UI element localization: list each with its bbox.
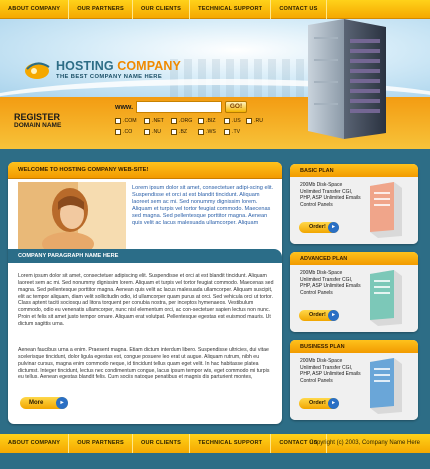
nav-our-clients[interactable]: OUR CLIENTS [133,0,191,19]
tld-checkbox[interactable] [115,129,121,135]
tld-tv[interactable]: .TV [224,129,240,135]
arrow-right-icon: ▸ [328,398,339,409]
footer-nav-our-partners[interactable]: OUR PARTNERS [69,434,133,453]
tld-label: .BIZ [206,118,216,124]
order-label: Order! [309,312,326,318]
tld-checkbox[interactable] [171,129,177,135]
tld-label: .CO [123,129,133,135]
server-pc-icon [370,182,402,238]
plan-features: 200Mb Disk-Space Unlimited Transfer CGI,… [300,182,361,208]
tld-checkbox[interactable] [224,118,230,124]
woman-photo [18,182,126,250]
domain-search-input[interactable] [136,101,222,113]
plan-color-panel [370,182,394,232]
order-button[interactable]: Order! ▸ [299,222,339,233]
order-label: Order! [309,400,326,406]
domain-name-subtitle: DOMAIN NAME [14,122,62,129]
order-label: Order! [309,224,326,230]
top-navigation: ABOUT COMPANY OUR PARTNERS OUR CLIENTS T… [0,0,430,19]
tld-biz[interactable]: .BIZ [198,118,216,124]
nav-contact-us[interactable]: CONTACT US [271,0,327,19]
plan-title: BUSINESS PLAN [300,344,345,350]
server-tower-image [308,19,386,139]
paragraph-title: COMPANY PARAGRAPH NAME HERE [18,253,119,259]
tld-us[interactable]: .US [224,118,241,124]
tld-label: .COM [123,118,137,124]
tld-label: .NU [152,129,161,135]
arrow-right-icon: ▸ [56,397,68,409]
footer-nav-technical-support[interactable]: TECHNICAL SUPPORT [190,434,272,453]
plan-card-advanced: ADVANCED PLAN 200Mb Disk-Space Unlimited… [290,252,418,332]
bottom-navigation: ABOUT COMPANY OUR PARTNERS OUR CLIENTS T… [0,434,430,453]
main-content-panel: WELCOME TO HOSTING COMPANY WEB-SITE! Lor… [8,162,282,424]
logo-word-company: COMPANY [117,59,181,73]
tld-checkbox[interactable] [144,129,150,135]
tld-checkbox[interactable] [144,118,150,124]
plan-title: ADVANCED PLAN [300,256,348,262]
logo-tagline: THE BEST COMPANY NAME HERE [56,74,163,80]
tld-co[interactable]: .CO [115,129,132,135]
welcome-intro-text: Lorem ipsum dolor sit amet, consectetuer… [132,185,274,227]
plan-title: BASIC PLAN [300,168,334,174]
plan-color-panel [370,358,394,408]
tld-label: .RU [254,118,263,124]
more-label: More [29,400,44,406]
more-button[interactable]: More ▸ [20,397,68,409]
order-button[interactable]: Order! ▸ [299,398,339,409]
order-button[interactable]: Order! ▸ [299,310,339,321]
tld-nu[interactable]: .NU [144,129,161,135]
logo-word-hosting: HOSTING [56,59,114,73]
tld-checkbox[interactable] [115,118,121,124]
tld-checkbox[interactable] [198,129,204,135]
tld-label: .NET [152,118,164,124]
www-label: www. [115,104,134,111]
tld-label: .BZ [179,129,188,135]
nav-technical-support[interactable]: TECHNICAL SUPPORT [190,0,272,19]
nav-about-company[interactable]: ABOUT COMPANY [0,0,70,19]
copyright-text: Copyright (c) 2003, Company Name Here [309,440,420,446]
logo-icon [25,62,50,79]
register-title: REGISTER [14,112,61,122]
footer-strip [0,453,430,469]
plan-features: 200Mb Disk-Space Unlimited Transfer CGI,… [300,270,361,296]
tld-label: .US [232,118,241,124]
arrow-right-icon: ▸ [328,222,339,233]
go-button[interactable]: GO! [225,101,247,113]
tld-ru[interactable]: .RU [246,118,263,124]
tld-net[interactable]: .NET [144,118,164,124]
tld-checkbox[interactable] [171,118,177,124]
tld-org[interactable]: .ORG [171,118,192,124]
tld-checkbox[interactable] [198,118,204,124]
tld-ws[interactable]: .WS [198,129,216,135]
tld-com[interactable]: .COM [115,118,137,124]
plan-features: 200Mb Disk-Space Unlimited Transfer CGI,… [300,358,361,384]
tld-label: .WS [206,129,216,135]
paragraph-body-1: Lorem ipsum dolor sit amet, consectetuer… [18,273,274,327]
server-pc-icon [370,358,402,414]
arrow-right-icon: ▸ [328,310,339,321]
tld-label: .ORG [179,118,193,124]
logo-title: HOSTING COMPANY [56,59,181,73]
nav-our-partners[interactable]: OUR PARTNERS [69,0,133,19]
tld-checkbox[interactable] [224,129,230,135]
plan-color-panel [370,270,394,320]
tld-checkbox[interactable] [246,118,252,124]
paragraph-body-2: Aenean faucibus urna a enim. Praesent ma… [18,347,270,381]
footer-nav-about-company[interactable]: ABOUT COMPANY [0,434,70,453]
tld-bz[interactable]: .BZ [171,129,187,135]
plan-card-business: BUSINESS PLAN 200Mb Disk-Space Unlimited… [290,340,418,420]
footer-nav-our-clients[interactable]: OUR CLIENTS [133,434,191,453]
tld-label: .TV [232,129,241,135]
plan-card-basic: BASIC PLAN 200Mb Disk-Space Unlimited Tr… [290,164,418,244]
server-pc-icon [370,270,402,326]
welcome-title: WELCOME TO HOSTING COMPANY WEB-SITE! [18,167,149,173]
